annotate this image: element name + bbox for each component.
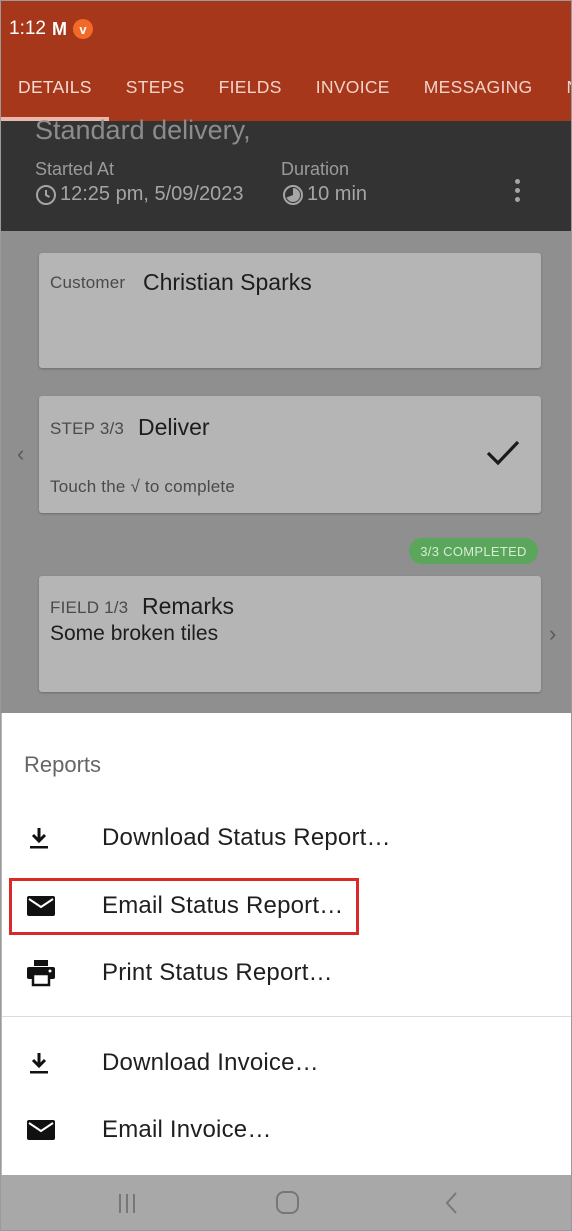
download-icon: [30, 828, 48, 849]
system-nav-bar: [1, 1175, 571, 1230]
download-status-report-label: Download Status Report…: [102, 824, 391, 851]
reports-bottom-sheet: Reports Download Status Report… Email St…: [2, 713, 571, 1175]
field-value: Some broken tiles: [50, 622, 219, 645]
sheet-title: Reports: [24, 752, 102, 777]
tab-bar: DETAILS STEPS FIELDS INVOICE MESSAGING N: [1, 63, 571, 121]
started-at-value: 12:25 pm, 5/09/2023: [35, 183, 243, 206]
print-status-report-item[interactable]: Print Status Report…: [2, 943, 571, 1003]
clock-icon: [36, 184, 56, 205]
job-details-content: Customer Christian Sparks ‹ STEP 3/3 Del…: [1, 231, 571, 713]
tab-fields[interactable]: FIELDS: [202, 63, 299, 121]
gmail-icon: M: [51, 18, 67, 39]
status-bar: 1:12 M v: [1, 1, 571, 57]
email-icon: [27, 1120, 55, 1140]
download-icon: [30, 1053, 48, 1074]
customer-card[interactable]: Customer Christian Sparks: [39, 253, 541, 368]
check-icon[interactable]: [485, 438, 521, 468]
chevron-right-icon[interactable]: ›: [549, 621, 556, 647]
app-notification-icon: v: [72, 19, 93, 39]
app-bar: 1:12 M v DETAILS STEPS FIELDS INVOICE ME…: [1, 1, 571, 121]
field-label: FIELD 1/3: [50, 598, 129, 617]
tab-details[interactable]: DETAILS: [1, 63, 109, 121]
completed-badge: 3/3 COMPLETED: [409, 538, 538, 564]
job-header: Standard delivery, Started At 12:25 pm, …: [1, 115, 571, 231]
recent-apps-icon[interactable]: [113, 1189, 141, 1217]
back-icon[interactable]: [438, 1189, 466, 1217]
chevron-left-icon[interactable]: ‹: [17, 441, 24, 467]
field-card[interactable]: FIELD 1/3 Remarks Some broken tiles: [39, 576, 541, 692]
step-name: Deliver: [138, 414, 210, 440]
tab-steps[interactable]: STEPS: [109, 63, 202, 121]
email-invoice-label: Email Invoice…: [102, 1116, 272, 1143]
highlight-box: [9, 878, 359, 935]
step-card[interactable]: STEP 3/3 Deliver Touch the √ to complete: [39, 396, 541, 513]
started-at-text: 12:25 pm, 5/09/2023: [60, 183, 244, 205]
duration-value: 10 min: [282, 183, 367, 206]
timer-icon: [283, 184, 303, 205]
sheet-divider: [2, 1016, 571, 1017]
print-status-report-label: Print Status Report…: [102, 959, 333, 986]
duration-label: Duration: [281, 159, 350, 179]
started-at-label: Started At: [35, 159, 115, 179]
phone-frame: 1:12 M v DETAILS STEPS FIELDS INVOICE ME…: [0, 0, 572, 1231]
print-icon: [27, 960, 55, 987]
status-time: 1:12: [9, 18, 46, 39]
field-name: Remarks: [142, 593, 235, 619]
download-invoice-item[interactable]: Download Invoice…: [2, 1033, 571, 1093]
home-icon[interactable]: [274, 1189, 302, 1217]
email-invoice-item[interactable]: Email Invoice…: [2, 1100, 571, 1160]
customer-label: Customer: [50, 273, 126, 292]
customer-name: Christian Sparks: [143, 269, 312, 295]
tab-notes[interactable]: N: [549, 63, 571, 121]
duration-text: 10 min: [307, 183, 368, 205]
step-label: STEP 3/3: [50, 419, 125, 438]
job-title: Standard delivery,: [35, 115, 251, 145]
tab-invoice[interactable]: INVOICE: [299, 63, 407, 121]
tab-messaging[interactable]: MESSAGING: [407, 63, 550, 121]
step-hint: Touch the √ to complete: [50, 477, 235, 496]
more-options-icon[interactable]: [513, 179, 521, 205]
download-status-report-item[interactable]: Download Status Report…: [2, 808, 571, 868]
download-invoice-label: Download Invoice…: [102, 1049, 319, 1076]
